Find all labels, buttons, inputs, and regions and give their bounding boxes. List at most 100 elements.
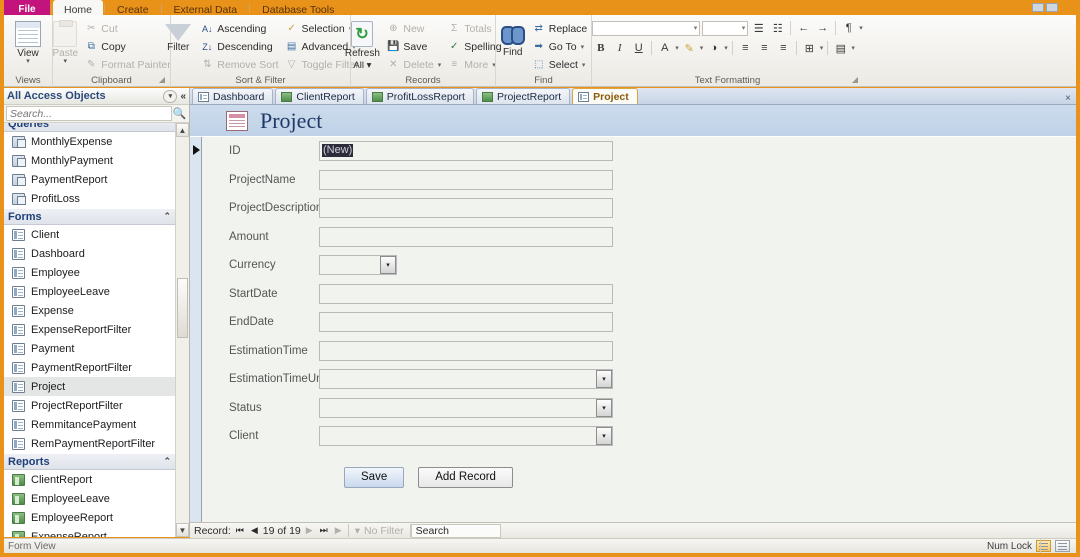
- filter-button[interactable]: Filter: [158, 19, 198, 53]
- dropdown-arrow-icon[interactable]: ▾: [380, 256, 396, 275]
- collapse-pane-icon[interactable]: «: [180, 91, 186, 102]
- last-record-button[interactable]: ⏭: [318, 525, 330, 536]
- dropdown-arrow-icon[interactable]: ▾: [596, 370, 612, 389]
- filter-status[interactable]: ▾ No Filter: [349, 525, 410, 537]
- nav-group-header-queries[interactable]: Queries ⌃: [4, 123, 175, 132]
- record-selector-bar[interactable]: [190, 137, 202, 522]
- decrease-indent-button[interactable]: ←: [795, 19, 812, 37]
- ribbon-tab-home[interactable]: Home: [53, 0, 104, 15]
- first-record-button[interactable]: ⏮: [234, 525, 246, 536]
- nav-item-remmitancepayment[interactable]: RemmitancePayment: [4, 415, 175, 434]
- collapse-group-icon[interactable]: ⌃: [163, 456, 171, 467]
- bullets-button[interactable]: ☰: [750, 19, 767, 37]
- record-search-input[interactable]: Search: [410, 523, 501, 538]
- ribbon-tab-external-data[interactable]: External Data: [163, 0, 249, 15]
- gridlines-button[interactable]: ⊞: [801, 39, 818, 57]
- remove-sort-button[interactable]: ⇅ Remove Sort: [198, 56, 282, 73]
- document-tab-projectreport[interactable]: ProjectReport: [475, 88, 571, 104]
- go-to-button[interactable]: ➡ Go To ▾: [530, 38, 592, 55]
- dropdown-arrow-icon[interactable]: ▾: [596, 427, 612, 446]
- scrollbar-thumb[interactable]: [177, 278, 188, 338]
- field-input-estimationtime[interactable]: [319, 340, 613, 361]
- minimize-button[interactable]: [1032, 3, 1044, 12]
- nav-item-project[interactable]: Project: [4, 377, 175, 396]
- field-input-id[interactable]: (New): [319, 141, 613, 162]
- field-input-projectdescription[interactable]: [319, 198, 613, 219]
- align-left-button[interactable]: ≡: [737, 39, 754, 57]
- nav-item-monthlyexpense[interactable]: MonthlyExpense: [4, 132, 175, 151]
- nav-item-expensereport[interactable]: ExpenseReport: [4, 527, 175, 537]
- dialog-launcher-icon[interactable]: ◢: [852, 73, 858, 86]
- scroll-down-arrow-icon[interactable]: ▼: [176, 523, 189, 537]
- nav-group-header-forms[interactable]: Forms ⌃: [4, 208, 175, 225]
- font-name-combo[interactable]: ▾: [592, 20, 701, 36]
- next-record-button[interactable]: ▶: [304, 525, 315, 536]
- field-combo-status[interactable]: ▾: [319, 397, 613, 418]
- navigation-pane-menu-button[interactable]: ▾: [163, 89, 178, 103]
- sort-ascending-button[interactable]: A↓ Ascending: [198, 20, 282, 37]
- field-input-amount[interactable]: [319, 226, 613, 247]
- new-record-button[interactable]: ⊕ New: [384, 20, 445, 37]
- close-object-icon[interactable]: ×: [1065, 93, 1076, 104]
- replace-button[interactable]: ⇄ Replace: [530, 20, 592, 37]
- scroll-up-arrow-icon[interactable]: ▲: [176, 123, 189, 137]
- text-direction-button[interactable]: ¶: [840, 19, 857, 37]
- document-tab-clientreport[interactable]: ClientReport: [275, 88, 364, 104]
- nav-item-dashboard[interactable]: Dashboard: [4, 244, 175, 263]
- nav-item-payment[interactable]: Payment: [4, 339, 175, 358]
- underline-button[interactable]: U: [630, 39, 647, 57]
- document-tab-profitlossreport[interactable]: ProfitLossReport: [365, 88, 474, 104]
- italic-button[interactable]: I: [611, 39, 628, 57]
- font-size-combo[interactable]: ▾: [702, 20, 749, 36]
- ribbon-tab-database-tools[interactable]: Database Tools: [251, 0, 345, 15]
- field-input-projectname[interactable]: [319, 169, 613, 190]
- document-tab-project[interactable]: Project: [572, 88, 638, 104]
- form-view-button[interactable]: [1036, 540, 1051, 552]
- previous-record-button[interactable]: ◀: [249, 525, 260, 536]
- nav-item-paymentreportfilter[interactable]: PaymentReportFilter: [4, 358, 175, 377]
- new-record-button[interactable]: ▶: [333, 525, 344, 536]
- align-right-button[interactable]: ≡: [775, 39, 792, 57]
- select-button[interactable]: ⬚ Select ▾: [530, 56, 592, 73]
- refresh-all-button[interactable]: Refresh All ▾: [340, 19, 384, 71]
- design-view-button[interactable]: [1055, 540, 1070, 552]
- paste-button[interactable]: Paste ▾: [48, 19, 82, 65]
- nav-item-employeeleave[interactable]: EmployeeLeave: [4, 282, 175, 301]
- find-button[interactable]: Find: [496, 19, 530, 58]
- dropdown-arrow-icon[interactable]: ▾: [596, 398, 612, 417]
- view-button[interactable]: View ▾: [7, 19, 49, 65]
- nav-item-client[interactable]: Client: [4, 225, 175, 244]
- ribbon-tab-create[interactable]: Create: [106, 0, 160, 15]
- search-input[interactable]: [6, 106, 172, 121]
- nav-item-paymentreport[interactable]: PaymentReport: [4, 170, 175, 189]
- alternate-row-color-button[interactable]: ▤: [832, 39, 849, 57]
- dialog-launcher-icon[interactable]: ◢: [159, 73, 165, 86]
- save-record-button[interactable]: 💾 Save: [384, 38, 445, 55]
- nav-item-employeereport[interactable]: EmployeeReport: [4, 508, 175, 527]
- nav-group-header-reports[interactable]: Reports ⌃: [4, 453, 175, 470]
- nav-item-rempaymentreportfilter[interactable]: RemPaymentReportFilter: [4, 434, 175, 453]
- field-combo-currency[interactable]: ▾: [319, 255, 397, 276]
- nav-item-clientreport[interactable]: ClientReport: [4, 470, 175, 489]
- nav-item-expense[interactable]: Expense: [4, 301, 175, 320]
- sort-descending-button[interactable]: Z↓ Descending: [198, 38, 282, 55]
- nav-item-profitloss[interactable]: ProfitLoss: [4, 189, 175, 208]
- ribbon-tab-file[interactable]: File: [4, 0, 50, 15]
- bold-button[interactable]: B: [592, 39, 609, 57]
- field-combo-estimationtimeunit[interactable]: ▾: [319, 369, 613, 390]
- background-color-button[interactable]: ◑: [705, 39, 722, 57]
- collapse-group-icon[interactable]: ⌃: [163, 211, 171, 222]
- save-button[interactable]: Save: [344, 466, 405, 488]
- field-input-enddate[interactable]: [319, 312, 613, 333]
- nav-item-monthlypayment[interactable]: MonthlyPayment: [4, 151, 175, 170]
- add-record-button[interactable]: Add Record: [418, 466, 513, 488]
- align-center-button[interactable]: ≡: [756, 39, 773, 57]
- document-tab-dashboard[interactable]: Dashboard: [192, 88, 274, 104]
- delete-record-button[interactable]: ✕ Delete ▾: [384, 56, 445, 73]
- field-input-startdate[interactable]: [319, 283, 613, 304]
- numbering-button[interactable]: ☷: [769, 19, 786, 37]
- maximize-button[interactable]: [1046, 3, 1058, 12]
- increase-indent-button[interactable]: →: [814, 19, 831, 37]
- collapse-group-icon[interactable]: ⌃: [163, 123, 171, 129]
- highlight-color-button[interactable]: ✎: [681, 39, 698, 57]
